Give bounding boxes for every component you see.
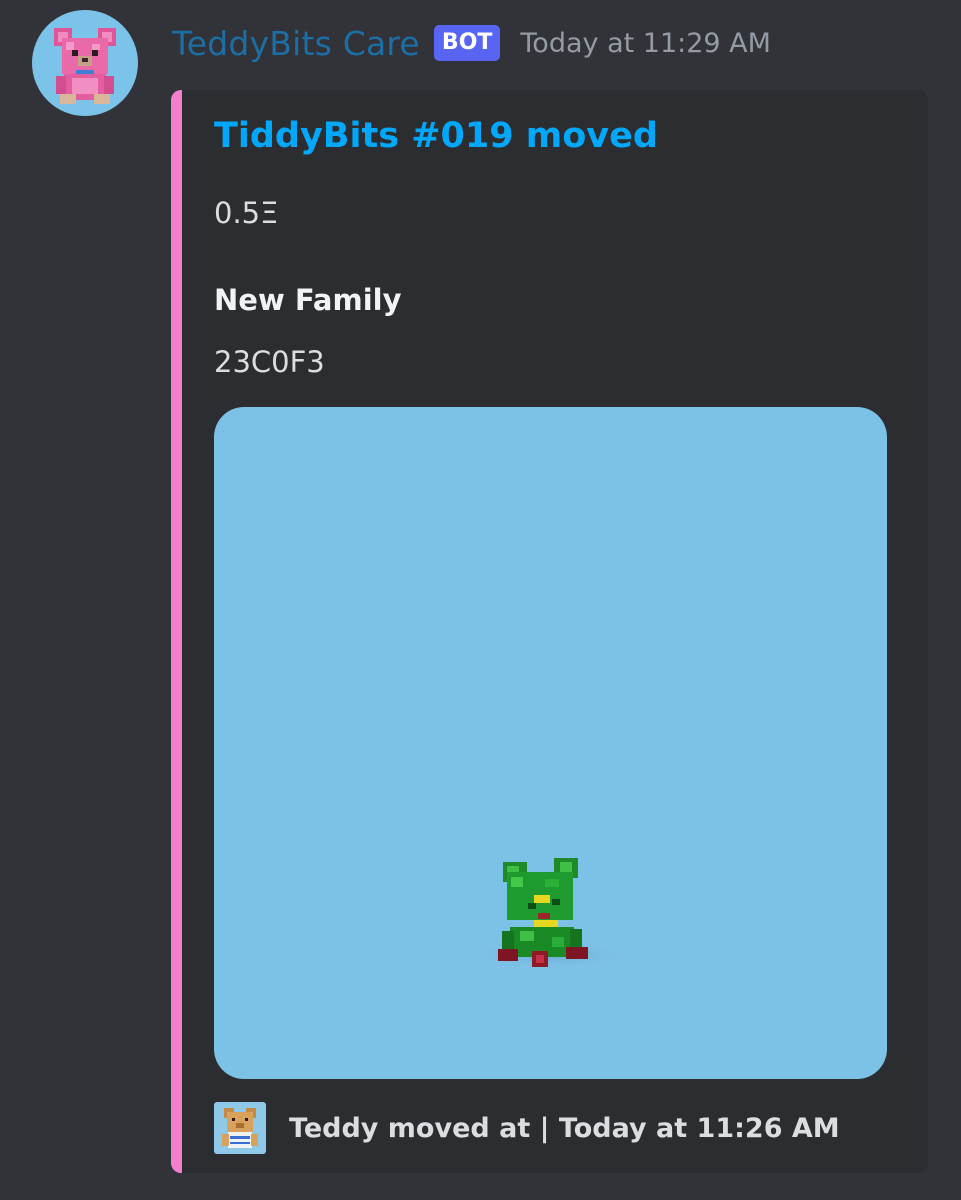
embed-image[interactable] [214,407,887,1079]
message-header: TeddyBits Care BOT Today at 11:29 AM [172,18,771,68]
tan-voxel-teddy-bear-icon [222,1108,258,1148]
embed-description: 0.5Ξ [214,196,279,230]
embed-footer: Teddy moved at | Today at 11:26 AM [214,1101,840,1155]
pink-voxel-teddy-bear-icon [54,28,116,104]
message-timestamp[interactable]: Today at 11:29 AM [520,28,771,59]
green-voxel-teddy-bear-icon [470,858,630,969]
message-embed: TiddyBits #019 moved 0.5Ξ New Family 23C… [171,90,928,1173]
author-avatar[interactable] [32,10,138,116]
discord-chat-view: { "message": { "author": "TeddyBits Care… [0,0,961,1200]
embed-field-name: New Family [214,283,402,317]
embed-footer-text: Teddy moved at | Today at 11:26 AM [289,1112,840,1144]
bot-badge: BOT [433,25,501,61]
embed-field-value: 23C0F3 [214,345,325,379]
embed-title[interactable]: TiddyBits #019 moved [214,116,658,156]
embed-footer-avatar [214,1102,266,1154]
author-name[interactable]: TeddyBits Care [172,24,420,63]
embed-accent-bar [171,90,182,1173]
